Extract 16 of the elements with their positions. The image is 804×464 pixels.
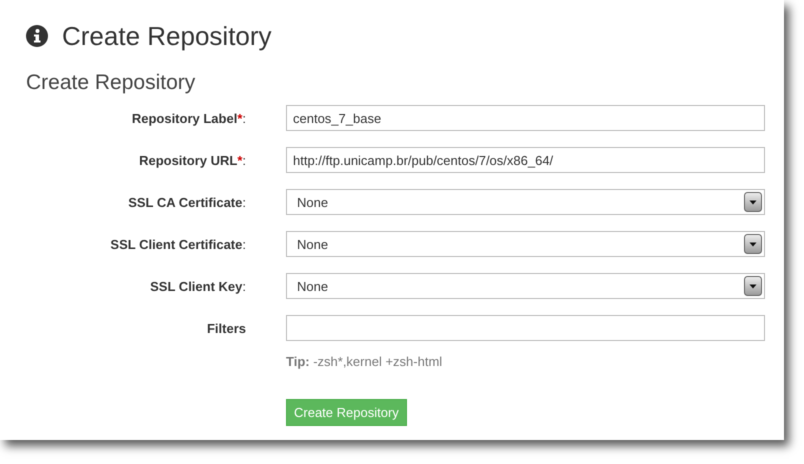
text-field[interactable]: centos_7_base — [286, 105, 765, 131]
select-field[interactable]: None — [286, 273, 765, 299]
field-label: Repository Label*: — [130, 110, 246, 126]
text-field[interactable] — [286, 315, 765, 341]
field-label: SSL Client Certificate: — [109, 236, 246, 252]
select-field[interactable]: None — [286, 231, 765, 257]
field-label: SSL CA Certificate: — [127, 194, 246, 210]
field-label: Filters — [206, 320, 246, 336]
info-icon — [26, 25, 48, 47]
form-title: Create Repository — [26, 71, 196, 95]
text-field[interactable]: http://ftp.unicamp.br/pub/centos/7/os/x86_64/ — [286, 147, 765, 173]
field-label: SSL Client Key: — [149, 278, 246, 294]
field-label: Repository URL*: — [138, 152, 246, 168]
tip-text: Tip: -zsh*,kernel +zsh-html — [286, 354, 444, 369]
page-title: Create Repository — [62, 20, 272, 52]
select-field[interactable]: None — [286, 189, 765, 215]
